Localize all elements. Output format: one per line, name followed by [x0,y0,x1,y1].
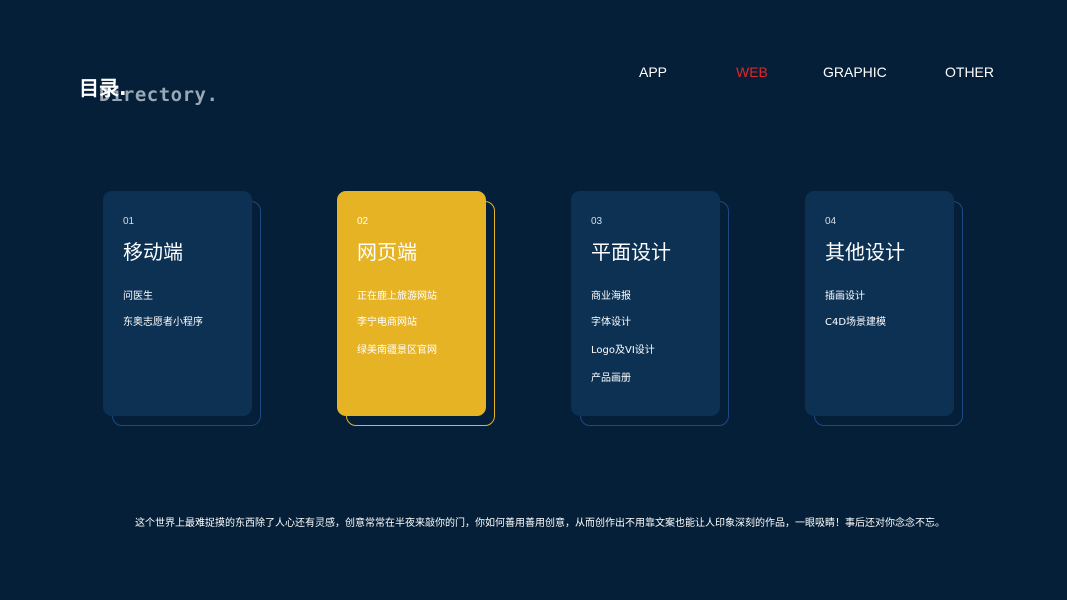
card-title: 移动端 [123,240,183,264]
card-list-item[interactable]: 商业海报 [591,292,655,302]
card-title: 平面设计 [591,240,671,264]
card-mobile-panel[interactable]: 01 移动端 问医生 东奥志愿者小程序 [103,191,252,416]
card-list-item[interactable]: 问医生 [123,292,203,302]
card-mobile: 01 移动端 问医生 东奥志愿者小程序 [103,191,263,428]
card-title: 网页端 [357,240,417,264]
card-list-item[interactable]: 产品画册 [591,374,655,384]
card-number: 01 [123,216,135,227]
card-number: 02 [357,216,369,227]
card-graphic: 03 平面设计 商业海报 字体设计 Logo及VI设计 产品画册 [571,191,731,428]
card-list-item[interactable]: 东奥志愿者小程序 [123,318,203,328]
card-list-item[interactable]: 插画设计 [825,292,886,302]
nav-item-web[interactable]: WEB [736,64,768,80]
card-item-list: 商业海报 字体设计 Logo及VI设计 产品画册 [591,292,655,384]
card-list-item[interactable]: C4D场景建模 [825,318,886,328]
footer-description: 这个世界上最难捉摸的东西除了人心还有灵感，创意常常在半夜来敲你的门，你如何善用善… [135,518,945,529]
logo-title-cn: 目录. [79,76,127,100]
card-web: 02 网页端 正在鹿上旅游网站 李宁电商网站 绿美南疆景区官网 [337,191,497,428]
card-list-item[interactable]: 李宁电商网站 [357,318,437,328]
card-item-list: 问医生 东奥志愿者小程序 [123,292,203,328]
card-graphic-panel[interactable]: 03 平面设计 商业海报 字体设计 Logo及VI设计 产品画册 [571,191,720,416]
card-item-list: 正在鹿上旅游网站 李宁电商网站 绿美南疆景区官网 [357,292,437,356]
card-item-list: 插画设计 C4D场景建模 [825,292,886,328]
nav-item-graphic[interactable]: GRAPHIC [823,64,887,80]
card-web-panel[interactable]: 02 网页端 正在鹿上旅游网站 李宁电商网站 绿美南疆景区官网 [337,191,486,416]
card-number: 03 [591,216,603,227]
card-list-item[interactable]: 正在鹿上旅游网站 [357,292,437,302]
nav-item-other[interactable]: OTHER [945,64,994,80]
top-nav: APP WEB GRAPHIC OTHER [0,64,1067,84]
card-list-item[interactable]: 绿美南疆景区官网 [357,346,437,356]
card-list-item[interactable]: Logo及VI设计 [591,346,655,356]
nav-item-app[interactable]: APP [639,64,667,80]
card-title: 其他设计 [825,240,905,264]
card-other-panel[interactable]: 04 其他设计 插画设计 C4D场景建模 [805,191,954,416]
card-number: 04 [825,216,837,227]
card-list-item[interactable]: 字体设计 [591,318,655,328]
card-other: 04 其他设计 插画设计 C4D场景建模 [805,191,965,428]
